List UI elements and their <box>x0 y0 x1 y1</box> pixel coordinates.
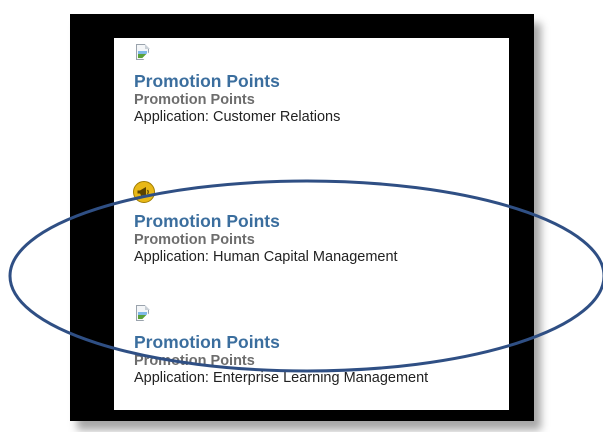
result-item: Promotion Points Promotion Points Applic… <box>134 305 509 387</box>
screenshot-stage: Promotion Points Promotion Points Applic… <box>0 0 603 432</box>
result-subtitle: Promotion Points <box>134 92 255 108</box>
result-subtitle: Promotion Points <box>134 353 255 369</box>
result-item: Promotion Points Promotion Points Applic… <box>133 181 509 266</box>
result-application: Application: Human Capital Management <box>134 249 398 265</box>
result-application: Application: Customer Relations <box>134 109 341 125</box>
result-title-link[interactable]: Promotion Points <box>134 211 280 232</box>
result-title-link[interactable]: Promotion Points <box>134 71 280 92</box>
broken-image-icon <box>135 305 154 325</box>
broken-image-icon <box>135 44 154 64</box>
result-title-link[interactable]: Promotion Points <box>134 332 280 353</box>
search-results-panel: Promotion Points Promotion Points Applic… <box>114 38 509 410</box>
megaphone-icon <box>133 181 155 203</box>
result-subtitle: Promotion Points <box>134 232 255 248</box>
result-application: Application: Enterprise Learning Managem… <box>134 370 429 386</box>
result-item: Promotion Points Promotion Points Applic… <box>134 44 509 126</box>
